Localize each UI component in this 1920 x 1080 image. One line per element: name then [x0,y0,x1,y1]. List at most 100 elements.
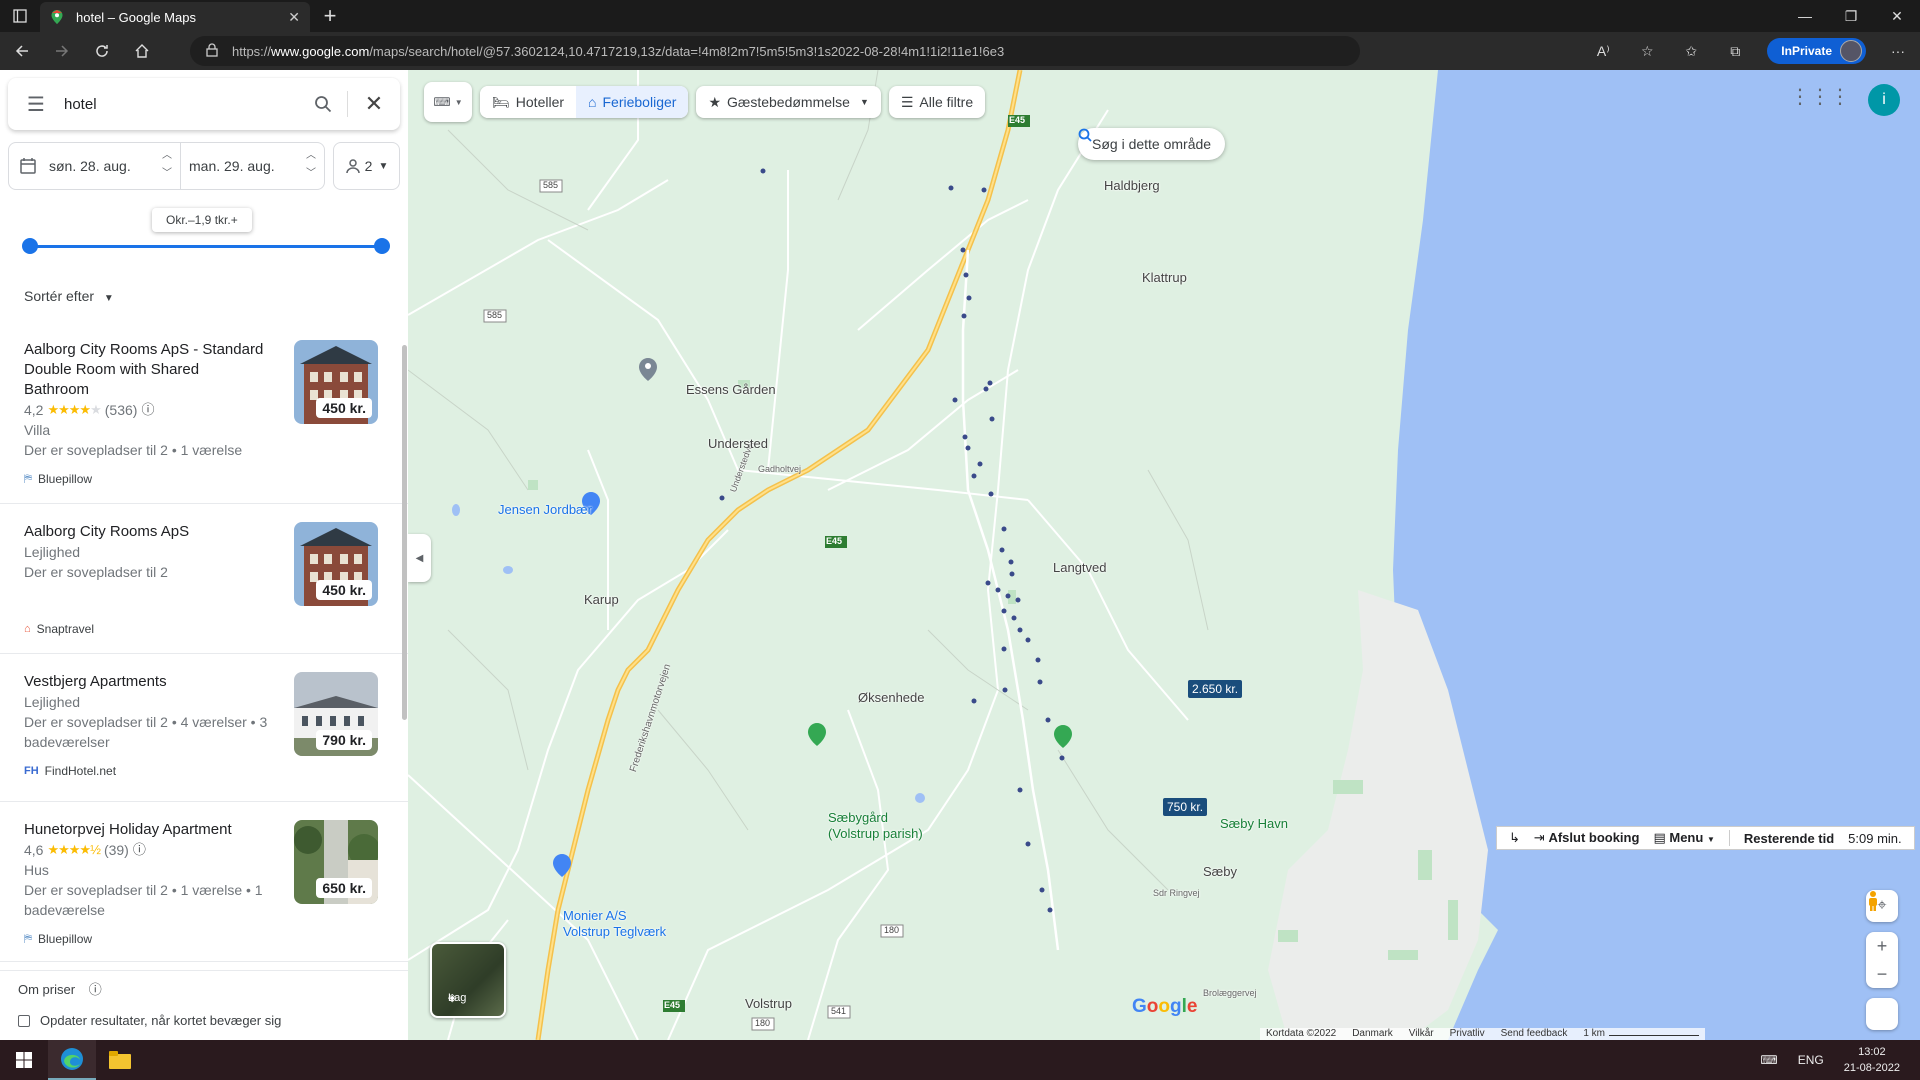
search-input[interactable]: hotel [64,96,299,113]
clear-search-icon[interactable]: ✕ [348,91,400,117]
listing-photo[interactable]: 450 kr. [294,340,378,424]
price-slider-min-handle[interactable] [22,238,38,254]
send-feedback-link[interactable]: Send feedback [1501,1028,1568,1040]
google-apps-icon[interactable]: ⋮⋮⋮ [1790,84,1850,109]
update-results-toggle[interactable]: Opdater resultater, når kortet bevæger s… [18,1013,281,1028]
map-canvas[interactable]: E45 E45 E45 585 585 180 180 541 Gadholtv… [408,70,1920,1040]
place-label-essens[interactable]: Essens Gården [686,382,776,397]
listing-photo[interactable]: 650 kr. [294,820,378,904]
listing-photo[interactable]: 450 kr. [294,522,378,606]
extension-menu-button[interactable]: ▤ Menu ▼ [1653,830,1714,846]
vacation-rentals-chip[interactable]: ⌂ Ferieboliger [576,86,689,118]
scale-bar[interactable]: 1 km [1583,1028,1700,1040]
add-favorite-icon[interactable]: ☆ [1625,35,1669,67]
place-label-oksenhede[interactable]: Øksenhede [858,690,925,705]
account-avatar[interactable]: i [1868,84,1900,116]
hotels-chip[interactable]: 🛏︎ Hoteller [480,86,577,118]
results-scrollbar[interactable] [402,345,407,720]
map-price-pin[interactable]: 750 kr. [1163,798,1208,816]
favorites-icon[interactable]: ✩ [1669,35,1713,67]
list-item[interactable]: Vestbjerg Apartments Lejlighed Der er so… [0,654,408,802]
menu-icon[interactable]: ☰ [8,92,64,117]
place-label-jensen[interactable]: Jensen Jordbær [498,502,592,517]
place-label-saeby[interactable]: Sæby [1203,864,1237,879]
file-explorer-taskbar-icon[interactable] [96,1040,144,1080]
address-bar[interactable]: https://www.google.com/maps/search/hotel… [190,36,1360,66]
extension-logo-icon[interactable]: ↳ [1509,830,1520,846]
checkin-field[interactable]: søn. 28. aug. ︿ ﹀ [8,142,181,190]
place-label-haldbjerg[interactable]: Haldbjerg [1104,178,1160,193]
listing-source[interactable]: ⛿ Bluepillow [24,932,384,946]
info-icon[interactable]: ⓘ [141,400,154,420]
info-icon[interactable]: ⓘ [133,840,146,860]
guest-rating-chip[interactable]: ★ Gæstebedømmelse ▼ [696,86,881,118]
dropdown-arrow-icon: ▼ [103,293,114,304]
place-label-langtved[interactable]: Langtved [1053,560,1107,575]
input-tools-button[interactable]: ⌨ ▼ [424,82,472,122]
guests-dropdown[interactable]: 2 ▼ [333,142,400,190]
search-this-area-button[interactable]: Søg i dette område [1078,128,1226,160]
price-slider-max-handle[interactable] [374,238,390,254]
place-label-saebygaard[interactable]: Sæbygård (Volstrup parish) [828,810,923,842]
forward-button[interactable] [44,35,80,67]
edge-taskbar-icon[interactable] [48,1040,96,1080]
back-button[interactable] [4,35,40,67]
listing-source[interactable]: ⌂ Snaptravel [24,622,384,636]
country-link[interactable]: Danmark [1352,1028,1393,1040]
map-price-pin[interactable]: 2.650 kr. [1188,680,1243,698]
inprivate-button[interactable]: InPrivate [1767,38,1866,64]
zoom-controls: + − [1866,932,1898,988]
minimize-button[interactable]: — [1782,0,1828,32]
list-item[interactable]: Aalborg City Rooms ApS - Standard Double… [0,320,408,504]
zoom-out-button[interactable]: − [1866,960,1898,988]
listing-price: 450 kr. [316,580,372,600]
place-label-karup[interactable]: Karup [584,592,619,607]
refresh-button[interactable] [84,35,120,67]
place-label-volstrup[interactable]: Volstrup [745,996,792,1011]
info-icon[interactable]: ⓘ [89,982,102,997]
list-item[interactable]: Hunetorpvej Holiday Apartment 4,6 ★★★★½ … [0,802,408,962]
more-options-icon[interactable]: ··· [1876,35,1920,67]
list-item[interactable]: Aalborg City Rooms ApS Lejlighed Der er … [0,504,408,654]
inprivate-label: InPrivate [1781,44,1832,58]
place-label-monier[interactable]: Monier A/S Volstrup Teglværk [563,908,666,940]
finish-booking-button[interactable]: ⇥ Afslut booking [1534,830,1640,846]
about-prices[interactable]: Om priser ⓘ [18,979,102,998]
listing-photo[interactable]: 790 kr. [294,672,378,756]
browser-tab[interactable]: hotel – Google Maps ✕ [40,2,310,32]
restore-button[interactable]: ❐ [1828,0,1874,32]
all-filters-chip[interactable]: ☰ Alle filtre [888,86,986,118]
sort-dropdown[interactable]: Sortér efter ▼ [24,288,114,304]
home-button[interactable] [124,35,160,67]
place-label-understed[interactable]: Understed [708,436,768,451]
listing-source[interactable]: ⛿ Bluepillow [24,472,384,486]
clock[interactable]: 13:02 21-08-2022 [1844,1044,1900,1076]
listing-source[interactable]: FH FindHotel.net [24,764,384,778]
pegman-button[interactable] [1866,891,1898,1030]
place-label-klattrup[interactable]: Klattrup [1142,270,1187,285]
search-icon [1078,128,1092,142]
chevron-up-icon[interactable]: ︿ [162,147,172,165]
read-aloud-icon[interactable]: A⁾ [1581,35,1625,67]
price-slider-track[interactable] [30,245,382,248]
place-label-saeby-havn[interactable]: Sæby Havn [1220,816,1288,831]
close-window-button[interactable]: ✕ [1874,0,1920,32]
collections-icon[interactable]: ⧉ [1713,35,1757,67]
chevron-down-icon[interactable]: ﹀ [162,165,172,183]
tab-close-icon[interactable]: ✕ [288,9,300,26]
new-tab-button[interactable]: + [314,0,346,32]
tab-actions-icon[interactable] [0,0,40,32]
chevron-down-icon[interactable]: ﹀ [306,165,316,183]
start-button[interactable] [0,1040,48,1080]
language-indicator[interactable]: ENG [1798,1053,1824,1067]
update-results-checkbox[interactable] [18,1014,30,1027]
zoom-in-button[interactable]: + [1866,932,1898,960]
layers-button[interactable]: ◈ Lag [430,942,506,1018]
chevron-up-icon[interactable]: ︿ [306,147,316,165]
privacy-link[interactable]: Privatliv [1450,1028,1485,1040]
terms-link[interactable]: Vilkår [1409,1028,1434,1040]
touch-keyboard-icon[interactable]: ⌨ [1760,1053,1777,1067]
collapse-panel-button[interactable]: ◀ [408,534,431,582]
checkout-field[interactable]: man. 29. aug. ︿ ﹀ [181,142,325,190]
search-icon[interactable] [299,95,347,113]
